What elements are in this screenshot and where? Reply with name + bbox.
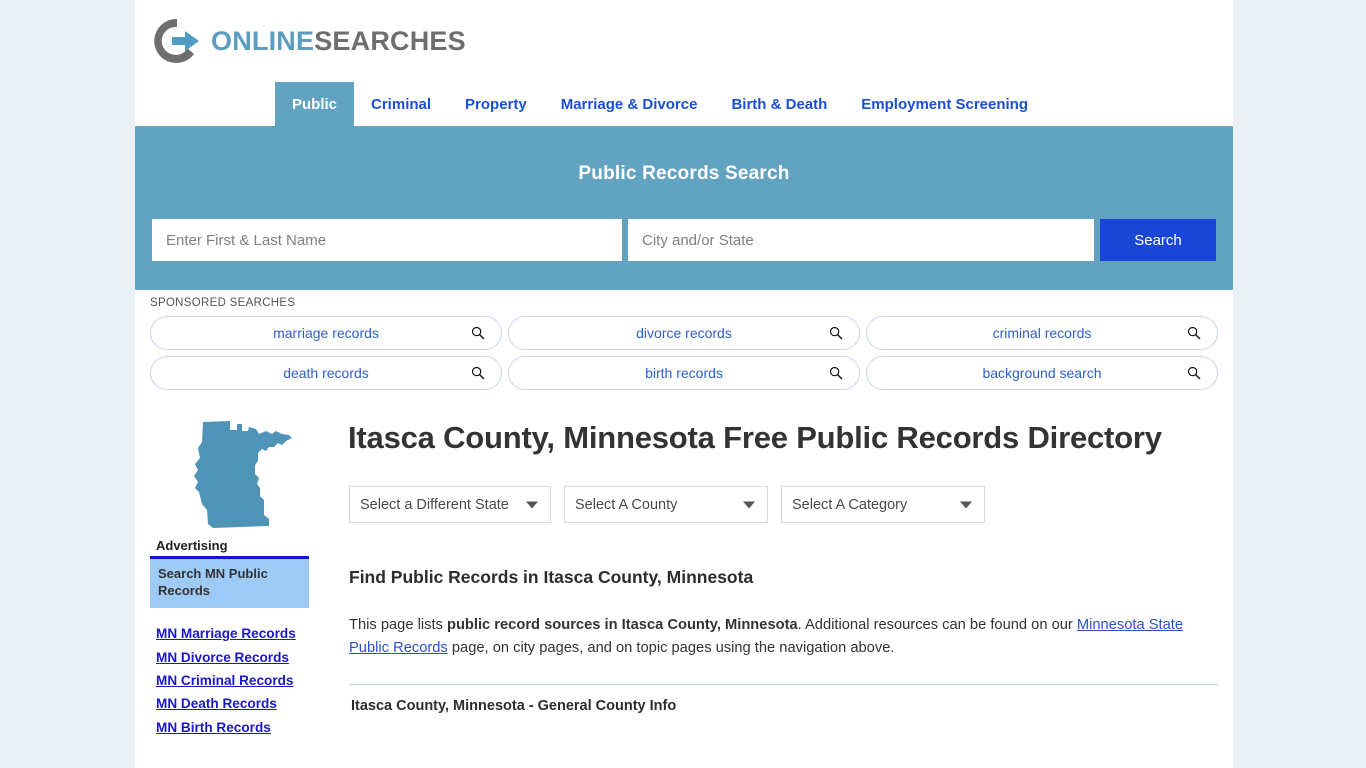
sponsored-pill-criminal-records[interactable]: criminal records xyxy=(866,316,1218,350)
select-category-label: Select A Category xyxy=(792,496,908,513)
sponsored-pill-divorce-records[interactable]: divorce records xyxy=(508,316,860,350)
sponsored-pill-background-search[interactable]: background search xyxy=(866,356,1218,390)
intro-paragraph: This page lists public record sources in… xyxy=(349,614,1218,660)
sponsored-pill-birth-records[interactable]: birth records xyxy=(508,356,860,390)
city-state-search-input[interactable] xyxy=(628,219,1094,261)
page-root: ONLINESEARCHES Public Criminal Property … xyxy=(0,0,1366,768)
intro-text-part1: This page lists xyxy=(349,617,447,634)
sponsored-pill-label: death records xyxy=(283,365,369,381)
logo-online-text: ONLINE xyxy=(211,25,315,56)
sidebar-link-mn-death-records[interactable]: MN Death Records xyxy=(156,692,325,715)
magnifier-icon xyxy=(829,366,843,380)
main-column: Itasca County, Minnesota Free Public Rec… xyxy=(325,408,1218,739)
sidebar-link-mn-divorce-records[interactable]: MN Divorce Records xyxy=(156,646,325,669)
magnifier-icon xyxy=(1187,326,1201,340)
magnifier-icon xyxy=(471,326,485,340)
sponsored-pill-death-records[interactable]: death records xyxy=(150,356,502,390)
ad-box[interactable]: Search MN Public Records xyxy=(150,556,309,609)
content-container: ONLINESEARCHES Public Criminal Property … xyxy=(135,0,1233,768)
primary-nav: Public Criminal Property Marriage & Divo… xyxy=(135,82,1233,126)
filter-selects: Select a Different State Select A County… xyxy=(349,486,1218,524)
search-fields-row: Search xyxy=(152,219,1216,261)
section-divider xyxy=(349,684,1218,686)
sponsored-pill-label: divorce records xyxy=(636,325,732,341)
tab-property[interactable]: Property xyxy=(448,82,544,126)
sidebar-link-mn-criminal-records[interactable]: MN Criminal Records xyxy=(156,669,325,692)
select-county-label: Select A County xyxy=(575,496,678,513)
magnifier-icon xyxy=(829,326,843,340)
magnifier-icon xyxy=(1187,366,1201,380)
select-state-label: Select a Different State xyxy=(360,496,509,513)
tab-employment-screening[interactable]: Employment Screening xyxy=(844,82,1045,126)
sponsored-pill-marriage-records[interactable]: marriage records xyxy=(150,316,502,350)
tab-criminal[interactable]: Criminal xyxy=(354,82,448,126)
sponsored-pill-label: birth records xyxy=(645,365,723,381)
sponsored-row-2: death records birth records background s… xyxy=(150,356,1218,390)
section-heading: Find Public Records in Itasca County, Mi… xyxy=(349,567,754,588)
ad-box-text: Search MN Public Records xyxy=(158,566,268,598)
logo-wordmark: ONLINESEARCHES xyxy=(211,26,466,57)
advertising-label: Advertising xyxy=(156,538,228,553)
subsection-heading: Itasca County, Minnesota - General Count… xyxy=(351,698,677,715)
chevron-down-icon xyxy=(743,501,755,509)
public-records-search-panel: Public Records Search Search xyxy=(135,126,1233,290)
search-button[interactable]: Search xyxy=(1100,219,1216,261)
select-state[interactable]: Select a Different State xyxy=(349,486,551,524)
left-column: Advertising Search MN Public Records MN … xyxy=(150,408,325,739)
search-panel-title: Public Records Search xyxy=(578,163,790,184)
minnesota-state-map-icon xyxy=(194,421,292,528)
sponsored-pill-label: marriage records xyxy=(273,325,379,341)
sponsored-pill-label: background search xyxy=(982,365,1102,381)
magnifier-icon xyxy=(471,366,485,380)
intro-text-part2: . Additional resources can be found on o… xyxy=(797,617,1077,634)
sidebar-link-mn-marriage-records[interactable]: MN Marriage Records xyxy=(156,622,325,645)
page-title: Itasca County, Minnesota Free Public Rec… xyxy=(348,420,1162,455)
sponsored-searches: SPONSORED SEARCHES marriage records divo… xyxy=(135,290,1233,390)
sidebar-links: MN Marriage Records MN Divorce Records M… xyxy=(156,622,325,739)
select-county[interactable]: Select A County xyxy=(564,486,768,524)
sponsored-searches-label: SPONSORED SEARCHES xyxy=(150,297,296,309)
chevron-down-icon xyxy=(526,501,538,509)
sponsored-row-1: marriage records divorce records crimina… xyxy=(150,316,1218,350)
tab-marriage-divorce[interactable]: Marriage & Divorce xyxy=(544,82,715,126)
intro-text-bold: public record sources in Itasca County, … xyxy=(446,617,798,634)
intro-text-part3: page, on city pages, and on topic pages … xyxy=(447,640,895,657)
select-category[interactable]: Select A Category xyxy=(781,486,985,524)
sponsored-pill-label: criminal records xyxy=(992,325,1092,341)
circle-arrow-logo-icon xyxy=(154,18,199,63)
page-body: Advertising Search MN Public Records MN … xyxy=(135,396,1233,739)
site-logo[interactable]: ONLINESEARCHES xyxy=(135,0,1233,82)
chevron-down-icon xyxy=(960,501,972,509)
tab-public[interactable]: Public xyxy=(275,82,355,126)
logo-searches-text: SEARCHES xyxy=(314,25,466,56)
name-search-input[interactable] xyxy=(152,219,622,261)
tab-birth-death[interactable]: Birth & Death xyxy=(714,82,844,126)
sidebar-link-mn-birth-records[interactable]: MN Birth Records xyxy=(156,716,325,739)
